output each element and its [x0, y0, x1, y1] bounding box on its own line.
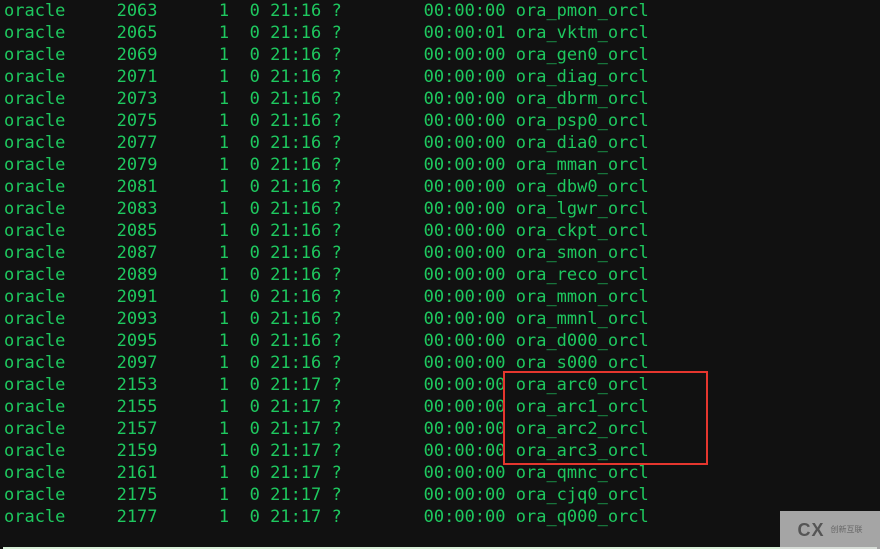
process-list: oracle 2063 1 0 21:16 ? 00:00:00 ora_pmo… [0, 0, 880, 528]
watermark-zh-text: 创新互联 [831, 519, 863, 541]
watermark-logo-text: CX [797, 521, 824, 539]
terminal-window: oracle 2063 1 0 21:16 ? 00:00:00 ora_pmo… [0, 0, 880, 549]
watermark: CX 创新互联 [780, 511, 880, 549]
